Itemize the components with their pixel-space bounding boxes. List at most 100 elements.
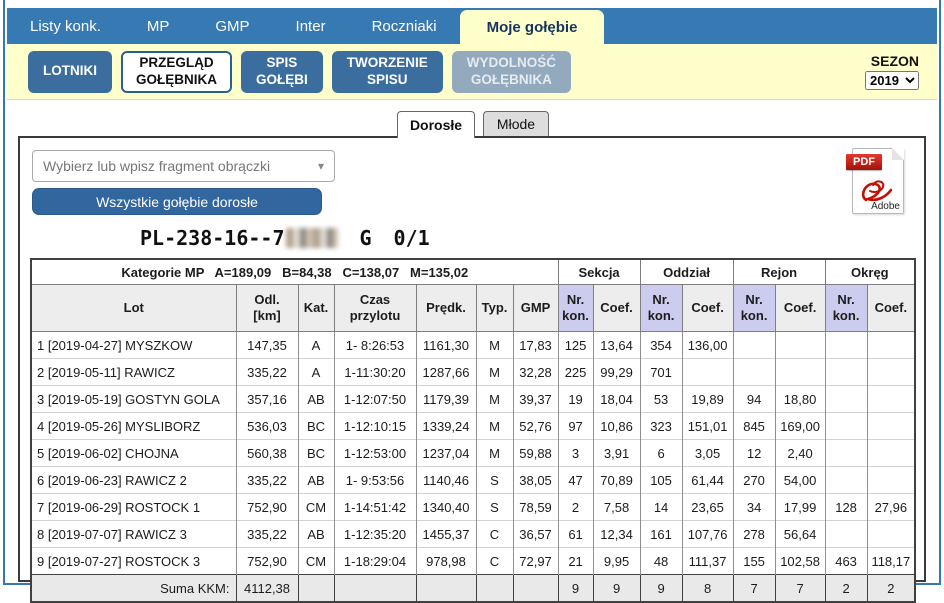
przeglad-golebnika-button[interactable]: PRZEGLĄD GOŁĘBNIKA (121, 51, 232, 93)
value-cell: 270 (733, 467, 775, 494)
top-navigation: Listy konk. MP GMP Inter Roczniaki Moje … (7, 8, 937, 44)
value-cell: 1-12:07:50 (334, 386, 416, 413)
col-czas: Czas przylotu (334, 285, 416, 332)
value-cell: 59,88 (513, 440, 558, 467)
value-cell: A (298, 332, 334, 359)
value-cell: 1- 9:53:56 (334, 467, 416, 494)
category-header-row: Kategorie MP A=189,09 B=84,38 C=138,07 M… (31, 259, 915, 285)
nav-item-listy-konk[interactable]: Listy konk. (7, 8, 124, 44)
value-cell: 1339,24 (416, 413, 476, 440)
value-cell: 978,98 (416, 548, 476, 575)
value-cell: 1237,04 (416, 440, 476, 467)
race-name-cell: 8 [2019-07-07] RAWICZ 3 (31, 521, 236, 548)
nav-item-moje-golebie[interactable]: Moje gołębie (460, 10, 605, 44)
value-cell: C (476, 521, 513, 548)
column-header-row: Lot Odl. [km] Kat. Czas przylotu Prędk. … (31, 285, 915, 332)
value-cell: 32,28 (513, 359, 558, 386)
tab-dorosle[interactable]: Dorosłe (397, 111, 475, 138)
value-cell: 47 (558, 467, 593, 494)
table-row: 8 [2019-07-07] RAWICZ 3335,22AB1-12:35:2… (31, 521, 915, 548)
season-label: SEZON (865, 53, 919, 69)
ring-select-placeholder: Wybierz lub wpisz fragment obrączki (43, 158, 270, 174)
value-cell: 1- 8:26:53 (334, 332, 416, 359)
value-cell: C (476, 548, 513, 575)
value-cell: 463 (825, 548, 867, 575)
summary-value-cell (476, 575, 513, 603)
nav-item-mp[interactable]: MP (124, 8, 193, 44)
value-cell: 125 (558, 332, 593, 359)
value-cell: 335,22 (236, 521, 298, 548)
value-cell: 38,05 (513, 467, 558, 494)
nav-item-inter[interactable]: Inter (273, 8, 349, 44)
value-cell: 17,99 (775, 494, 825, 521)
summary-value-cell: 2 (825, 575, 867, 603)
summary-value-cell: 8 (682, 575, 733, 603)
value-cell: M (476, 332, 513, 359)
lotniki-button[interactable]: LOTNIKI (28, 51, 112, 93)
ring-select-combobox[interactable]: Wybierz lub wpisz fragment obrączki ▾ (32, 150, 335, 182)
value-cell: 70,89 (593, 467, 640, 494)
all-adult-pigeons-button[interactable]: Wszystkie gołębie dorosłe (32, 188, 322, 215)
value-cell: 94 (733, 386, 775, 413)
col-sekcja-coef: Coef. (593, 285, 640, 332)
value-cell (867, 467, 915, 494)
race-name-cell: 1 [2019-04-27] MYSZKOW (31, 332, 236, 359)
group-rejon: Rejon (733, 259, 825, 285)
value-cell (867, 521, 915, 548)
value-cell: 61 (558, 521, 593, 548)
group-sekcja: Sekcja (558, 259, 640, 285)
value-cell (775, 359, 825, 386)
value-cell: 7,58 (593, 494, 640, 521)
pdf-export-button[interactable]: PDF Adobe (846, 144, 904, 214)
value-cell (825, 386, 867, 413)
value-cell: 1287,66 (416, 359, 476, 386)
table-row: 1 [2019-04-27] MYSZKOW147,35A1- 8:26:531… (31, 332, 915, 359)
wydolnosc-golebnika-button[interactable]: WYDOLNOŚĆ GOŁĘBNIKA (452, 51, 571, 93)
group-oddzial: Oddział (640, 259, 733, 285)
value-cell: M (476, 440, 513, 467)
nav-item-roczniaki[interactable]: Roczniaki (349, 8, 460, 44)
value-cell: 34 (733, 494, 775, 521)
tab-mlode[interactable]: Młode (483, 111, 549, 136)
value-cell (867, 440, 915, 467)
value-cell: 53 (640, 386, 682, 413)
value-cell (733, 359, 775, 386)
chevron-down-icon: ▾ (318, 159, 324, 173)
group-okreg: Okręg (825, 259, 915, 285)
value-cell: 752,90 (236, 494, 298, 521)
value-cell: 107,76 (682, 521, 733, 548)
value-cell: 3,05 (682, 440, 733, 467)
value-cell: 102,58 (775, 548, 825, 575)
value-cell: 97 (558, 413, 593, 440)
value-cell: 1-12:35:20 (334, 521, 416, 548)
value-cell: 39,37 (513, 386, 558, 413)
summary-value-cell (334, 575, 416, 603)
race-name-cell: 3 [2019-05-19] GOSTYN GOLA (31, 386, 236, 413)
value-cell: 13,64 (593, 332, 640, 359)
col-sekcja-nr: Nr. kon. (558, 285, 593, 332)
ring-number-redacted (286, 228, 338, 248)
season-block: SEZON 2019 (865, 53, 919, 90)
value-cell: 48 (640, 548, 682, 575)
race-name-cell: 2 [2019-05-11] RAWICZ (31, 359, 236, 386)
value-cell (867, 359, 915, 386)
table-row: 5 [2019-06-02] CHOJNA560,38BC1-12:53:001… (31, 440, 915, 467)
value-cell: BC (298, 413, 334, 440)
value-cell: 3,91 (593, 440, 640, 467)
table-row: 2 [2019-05-11] RAWICZ335,22A1-11:30:2012… (31, 359, 915, 386)
value-cell: 169,00 (775, 413, 825, 440)
value-cell: M (476, 413, 513, 440)
table-row: 9 [2019-07-27] ROSTOCK 3752,90CM1-18:29:… (31, 548, 915, 575)
summary-value-cell (513, 575, 558, 603)
col-gmp: GMP (513, 285, 558, 332)
season-select[interactable]: 2019 (865, 71, 919, 90)
summary-value-cell: 7 (775, 575, 825, 603)
tworzenie-spisu-button[interactable]: TWORZENIE SPISU (332, 51, 443, 93)
value-cell: 14 (640, 494, 682, 521)
nav-item-gmp[interactable]: GMP (192, 8, 272, 44)
table-row: 3 [2019-05-19] GOSTYN GOLA357,16AB1-12:0… (31, 386, 915, 413)
spis-golebi-button[interactable]: SPIS GOŁĘBI (241, 51, 323, 93)
summary-value-cell: 2 (867, 575, 915, 603)
value-cell: 3 (558, 440, 593, 467)
value-cell: 72,97 (513, 548, 558, 575)
